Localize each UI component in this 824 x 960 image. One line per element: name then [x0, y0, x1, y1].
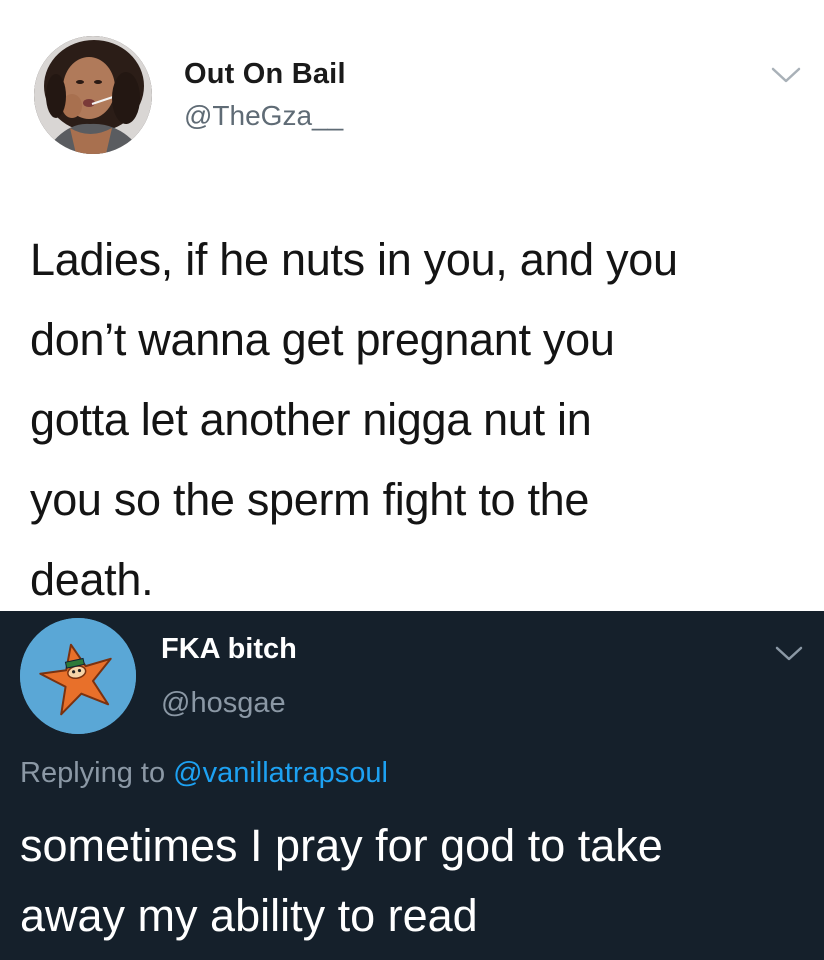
tweet-text-line: gotta let another nigga nut in	[30, 394, 592, 445]
display-name[interactable]: FKA bitch	[161, 633, 297, 666]
display-name[interactable]: Out On Bail	[184, 58, 346, 91]
chevron-down-icon[interactable]	[768, 60, 804, 90]
tweet-text-line: death.	[30, 554, 154, 605]
tweet-original: Out On Bail @TheGza__ Ladies, if he nuts…	[0, 0, 824, 611]
avatar[interactable]	[20, 618, 136, 734]
avatar-cartoon	[20, 618, 136, 734]
replying-to-link[interactable]: @vanillatrapsoul	[173, 757, 388, 789]
tweet-text: sometimes I pray for god to take away my…	[20, 811, 810, 951]
user-handle[interactable]: @TheGza__	[184, 100, 343, 132]
tweet-text-line: Ladies, if he nuts in you, and you	[30, 234, 678, 285]
user-handle[interactable]: @hosgae	[161, 687, 286, 720]
tweet-text-line: away my ability to read	[20, 890, 478, 941]
avatar-photo	[34, 36, 152, 154]
replying-to-label: Replying to	[20, 757, 174, 789]
tweet-reply: FKA bitch @hosgae Replying to @vanillatr…	[0, 611, 824, 960]
tweet-text-line: you so the sperm fight to the	[30, 474, 590, 525]
tweet-text: Ladies, if he nuts in you, and you don’t…	[30, 220, 810, 620]
chevron-down-icon[interactable]	[772, 639, 806, 667]
screenshot-frame: Out On Bail @TheGza__ Ladies, if he nuts…	[0, 0, 824, 960]
avatar[interactable]	[34, 36, 152, 154]
replying-to-line: Replying to @vanillatrapsoul	[20, 757, 388, 790]
tweet-text-line: don’t wanna get pregnant you	[30, 314, 615, 365]
tweet-text-line: sometimes I pray for god to take	[20, 820, 663, 871]
